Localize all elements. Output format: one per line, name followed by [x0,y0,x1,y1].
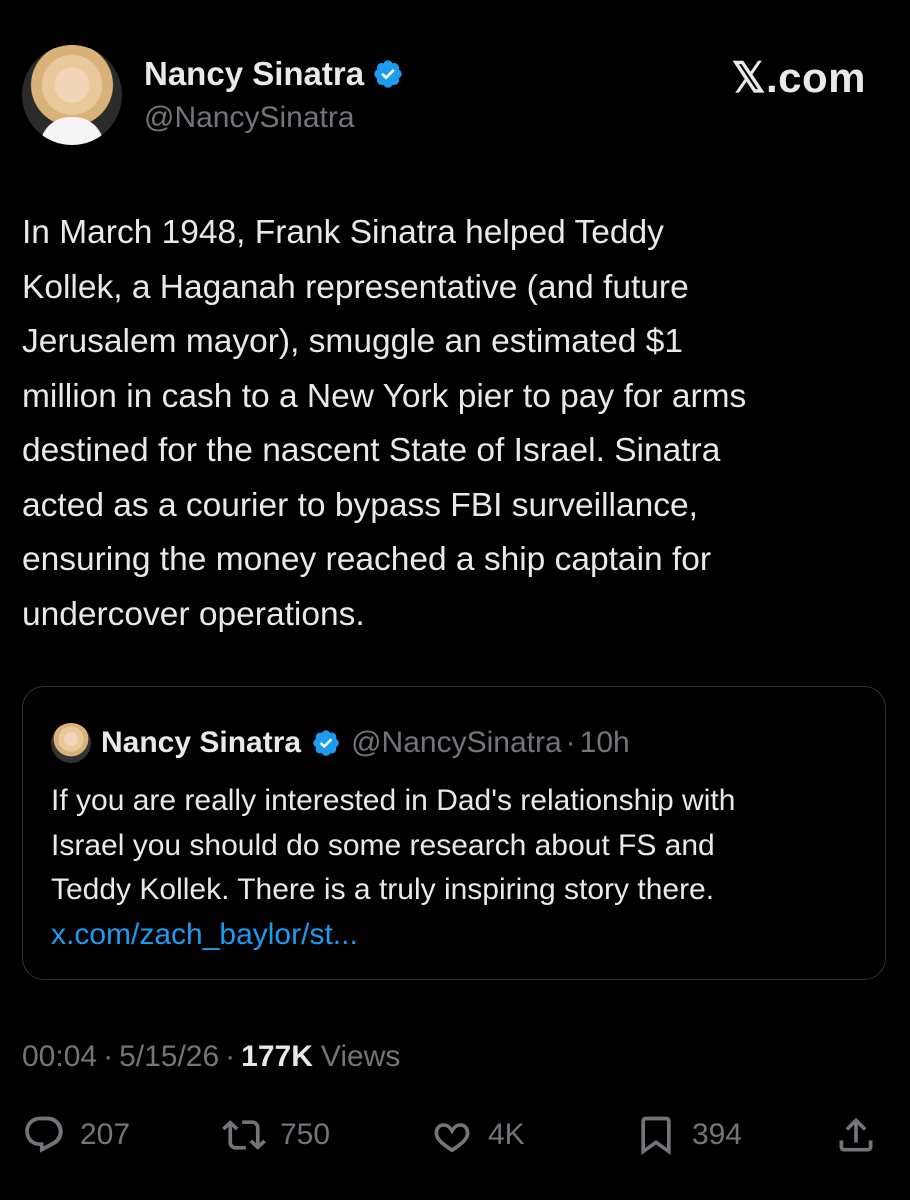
quoted-author-name: Nancy Sinatra [101,726,302,759]
post-line: undercover operations. [22,595,365,633]
author-avatar[interactable] [22,45,122,145]
views-label: Views [320,1040,401,1073]
quoted-line: Israel you should do some research about… [51,828,715,862]
like-count: 4K [488,1118,525,1151]
reply-count: 207 [80,1118,131,1151]
reply-icon [25,1116,63,1153]
author-handle[interactable]: @NancySinatra [144,101,355,135]
quoted-post-header: Nancy Sinatra @NancySinatra · 10h [51,723,630,763]
reply-button[interactable]: 207 [22,1113,130,1157]
post-line: million in cash to a New York pier to pa… [22,377,747,415]
post-line: destined for the nascent State of Israel… [22,432,721,469]
quoted-line: Teddy Kollek. There is a truly inspiring… [51,873,715,906]
share-button[interactable] [834,1113,878,1157]
post-date[interactable]: 5/15/26 [119,1040,219,1074]
post-line: In March 1948, Frank Sinatra helped Tedd… [22,214,664,251]
quoted-link[interactable]: x.com/zach_baylor/st... [51,913,871,958]
meta-separator: · [103,1040,114,1073]
repost-button[interactable]: 750 [222,1113,330,1157]
quoted-post-card[interactable]: Nancy Sinatra @NancySinatra · 10h If you… [22,686,886,980]
quoted-separator: · [565,726,576,759]
post-line: Jerusalem mayor), smuggle an estimated $… [22,323,683,360]
like-button[interactable]: 4K [430,1113,525,1157]
author-name[interactable]: Nancy Sinatra [144,55,364,93]
post-meta: 00:04 · 5/15/26 · 177K Views [22,1040,400,1074]
author-name-row: Nancy Sinatra [144,55,404,93]
post-line: acted as a courier to bypass FBI surveil… [22,486,698,524]
bookmark-button[interactable]: 394 [634,1113,742,1157]
post-time[interactable]: 00:04 [22,1040,97,1074]
action-bar: 207 750 4K 394 [22,1113,888,1163]
bookmark-icon [641,1116,671,1156]
repost-icon [222,1120,266,1150]
quoted-author-avatar [51,723,91,763]
verified-badge-icon [374,60,402,88]
meta-separator: · [225,1040,236,1073]
verified-badge-icon [313,730,339,756]
repost-count: 750 [280,1118,331,1151]
quoted-timestamp: 10h [579,726,630,759]
heart-icon [434,1123,470,1153]
post-line: ensuring the money reached a ship captai… [22,541,712,578]
bookmark-count: 394 [692,1118,743,1151]
quoted-line: If you are really interested in Dad's re… [51,784,736,817]
post-header: Nancy Sinatra @NancySinatra 𝕏.com [22,45,870,145]
post-text: In March 1948, Frank Sinatra helped Tedd… [22,206,892,642]
views-count: 177K [241,1040,313,1073]
quoted-post-text: If you are really interested in Dad's re… [51,779,871,957]
share-icon [839,1117,873,1152]
quoted-author-handle: @NancySinatra [351,726,562,759]
post-line: Kollek, a Haganah representative (and fu… [22,268,689,306]
x-logo: 𝕏.com [731,54,866,101]
